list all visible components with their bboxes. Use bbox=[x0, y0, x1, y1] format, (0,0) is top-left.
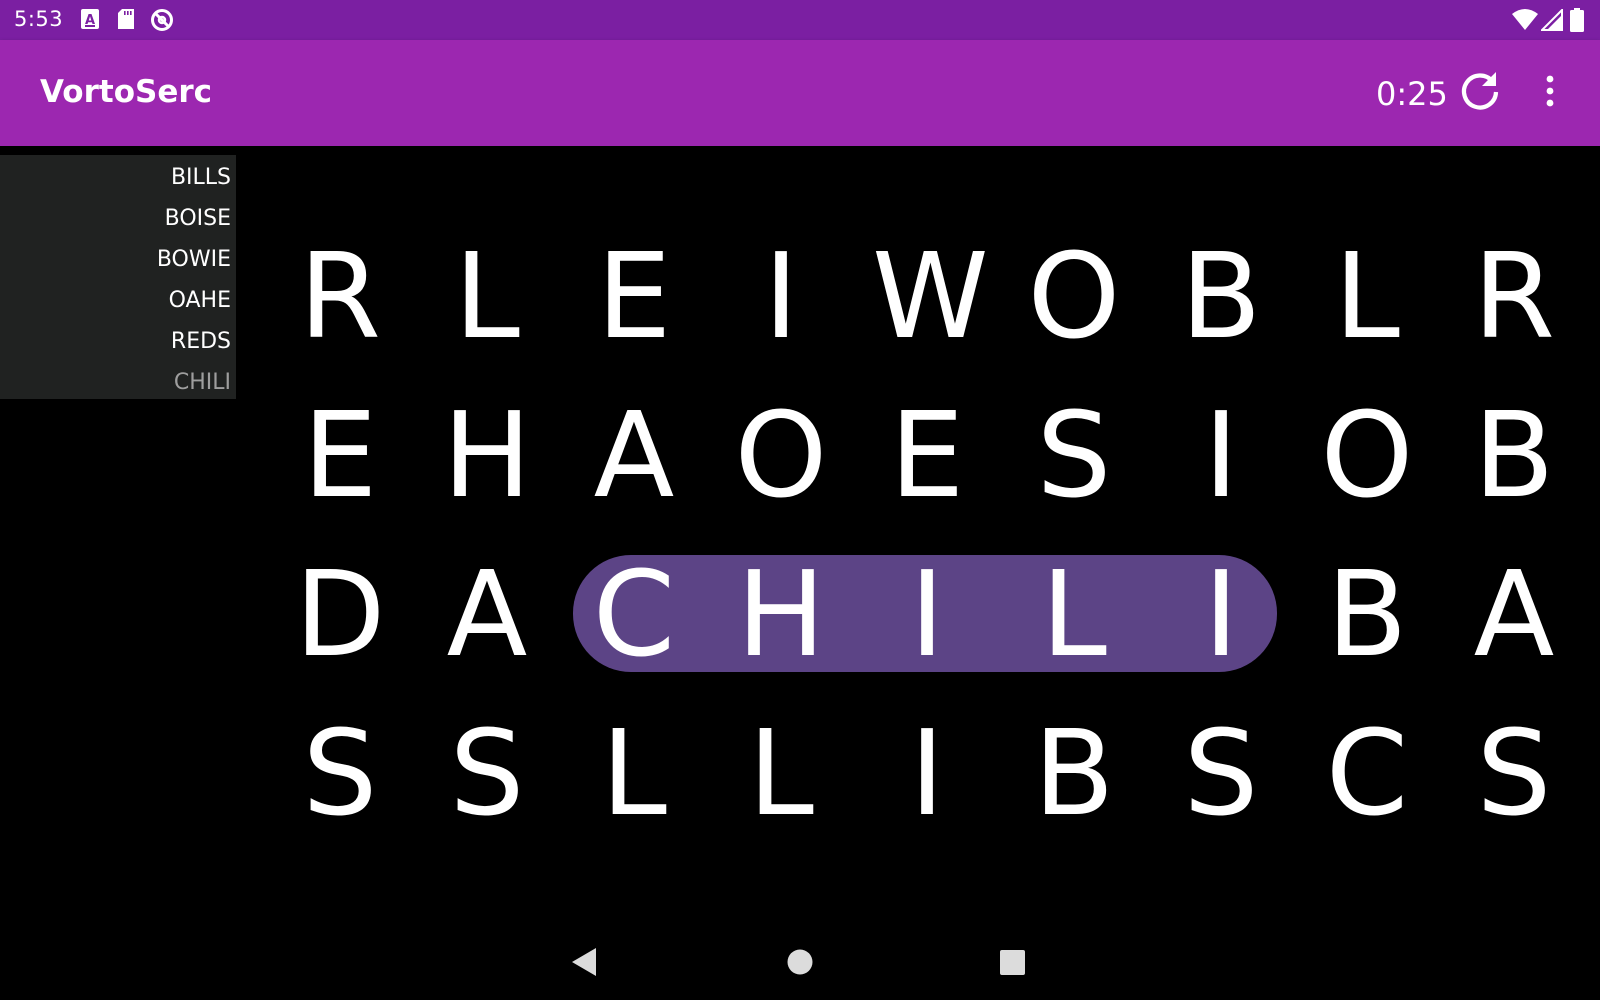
home-button[interactable] bbox=[778, 940, 822, 984]
grid-cell[interactable]: A bbox=[579, 395, 689, 515]
grid-cell[interactable]: E bbox=[579, 236, 689, 356]
grid-cell[interactable]: L bbox=[432, 236, 542, 356]
grid-cell[interactable]: S bbox=[1459, 713, 1569, 833]
grid-cell[interactable]: I bbox=[726, 236, 836, 356]
letter-grid: R L E I W O B L R E H A O E S I O B D A … bbox=[0, 0, 1600, 1000]
grid-cell[interactable]: I bbox=[872, 713, 982, 833]
grid-cell[interactable]: I bbox=[872, 554, 982, 674]
grid-cell[interactable]: R bbox=[1459, 236, 1569, 356]
grid-cell[interactable]: L bbox=[579, 713, 689, 833]
recents-button[interactable] bbox=[990, 940, 1034, 984]
grid-cell[interactable]: D bbox=[285, 554, 395, 674]
grid-cell[interactable]: S bbox=[1019, 395, 1129, 515]
home-icon bbox=[787, 949, 813, 975]
grid-cell[interactable]: H bbox=[432, 395, 542, 515]
recents-icon bbox=[1000, 950, 1025, 975]
navigation-bar bbox=[0, 920, 1600, 1000]
grid-cell[interactable]: S bbox=[432, 713, 542, 833]
grid-cell[interactable]: O bbox=[1019, 236, 1129, 356]
grid-cell[interactable]: C bbox=[579, 554, 689, 674]
grid-cell[interactable]: B bbox=[1459, 395, 1569, 515]
grid-cell[interactable]: L bbox=[1019, 554, 1129, 674]
grid-cell[interactable]: H bbox=[726, 554, 836, 674]
grid-cell[interactable]: I bbox=[1166, 554, 1276, 674]
back-button[interactable] bbox=[564, 940, 608, 984]
grid-cell[interactable]: B bbox=[1312, 554, 1422, 674]
grid-cell[interactable]: I bbox=[1166, 395, 1276, 515]
grid-cell[interactable]: C bbox=[1312, 713, 1422, 833]
grid-cell[interactable]: B bbox=[1019, 713, 1129, 833]
grid-cell[interactable]: W bbox=[872, 236, 989, 356]
grid-cell[interactable]: E bbox=[872, 395, 982, 515]
grid-cell[interactable]: E bbox=[285, 395, 395, 515]
grid-cell[interactable]: B bbox=[1166, 236, 1276, 356]
grid-cell[interactable]: S bbox=[1166, 713, 1276, 833]
grid-cell[interactable]: A bbox=[1459, 554, 1569, 674]
grid-cell[interactable]: S bbox=[285, 713, 395, 833]
screen: 5:53 A VortoSerc 0:25 BILLS BOISE BOWIE … bbox=[0, 0, 1600, 1000]
grid-cell[interactable]: L bbox=[726, 713, 836, 833]
back-icon bbox=[572, 948, 596, 976]
grid-cell[interactable]: L bbox=[1312, 236, 1422, 356]
grid-cell[interactable]: O bbox=[726, 395, 836, 515]
grid-cell[interactable]: A bbox=[432, 554, 542, 674]
grid-cell[interactable]: O bbox=[1312, 395, 1422, 515]
grid-cell[interactable]: R bbox=[285, 236, 395, 356]
